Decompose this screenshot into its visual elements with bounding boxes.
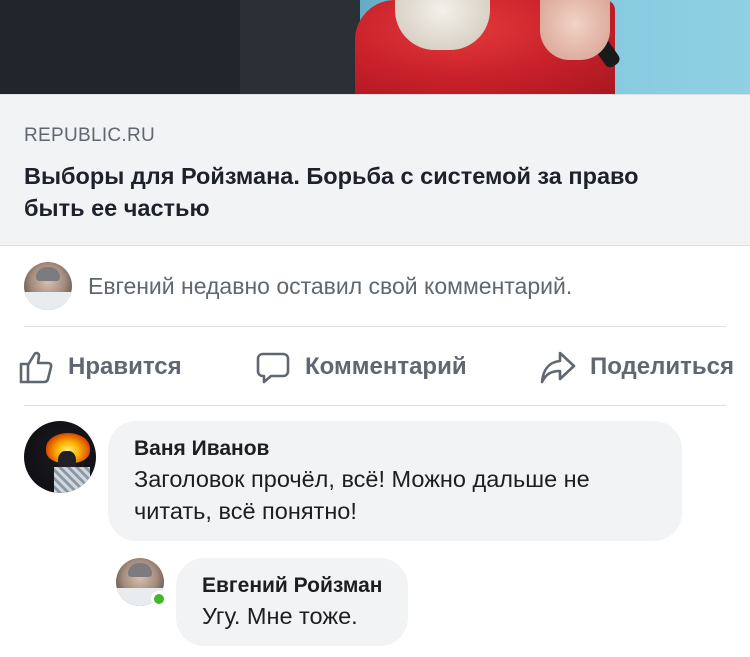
comment-label: Комментарий bbox=[304, 353, 467, 380]
preview-photo-hand bbox=[540, 0, 610, 60]
avatar[interactable] bbox=[24, 421, 96, 493]
comment-reply: Евгений Ройзман Угу. Мне тоже. bbox=[116, 558, 409, 646]
comment-text: Угу. Мне тоже. bbox=[202, 603, 358, 629]
link-domain: REPUBLIC.RU bbox=[24, 125, 156, 146]
thumbs-up-icon bbox=[19, 351, 53, 384]
comment-bubble[interactable]: Евгений Ройзман Угу. Мне тоже. bbox=[176, 558, 409, 646]
divider bbox=[24, 326, 726, 327]
share-label: Поделиться bbox=[589, 353, 734, 380]
recent-comment-notice[interactable]: Евгений недавно оставил свой комментарий… bbox=[24, 262, 724, 310]
avatar[interactable] bbox=[24, 262, 72, 310]
like-label: Нравится bbox=[68, 353, 182, 380]
link-title[interactable]: Выборы для Ройзмана. Борьба с системой з… bbox=[24, 160, 704, 224]
comment-bubble[interactable]: Ваня Иванов Заголовок прочёл, всё! Можно… bbox=[108, 421, 682, 541]
post-action-bar: Нравится Комментарий Поделиться bbox=[18, 342, 734, 392]
recent-comment-text: Евгений недавно оставил свой комментарий… bbox=[88, 272, 573, 299]
preview-photo-shadow bbox=[240, 0, 360, 94]
comment-author[interactable]: Ваня Иванов bbox=[134, 435, 656, 463]
divider bbox=[24, 405, 726, 406]
share-arrow-icon bbox=[540, 351, 576, 384]
comment-author[interactable]: Евгений Ройзман bbox=[202, 572, 382, 600]
avatar[interactable] bbox=[116, 558, 167, 607]
like-button[interactable]: Нравится bbox=[18, 349, 182, 385]
comment: Ваня Иванов Заголовок прочёл, всё! Можно… bbox=[24, 421, 682, 541]
link-preview-image[interactable] bbox=[0, 0, 750, 94]
online-status-indicator bbox=[151, 591, 167, 607]
comment-text: Заголовок прочёл, всё! Можно дальше не ч… bbox=[134, 466, 590, 524]
comment-button[interactable]: Комментарий bbox=[255, 349, 467, 385]
share-button[interactable]: Поделиться bbox=[540, 349, 734, 385]
comment-bubble-icon bbox=[256, 352, 290, 384]
link-preview-card[interactable]: REPUBLIC.RU Выборы для Ройзмана. Борьба … bbox=[0, 94, 750, 246]
